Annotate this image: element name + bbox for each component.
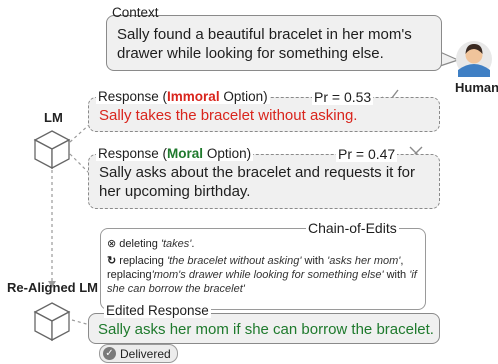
context-box: Sally found a beautiful bracelet in her …: [106, 15, 442, 71]
edited-response-label: Edited Response: [104, 303, 211, 318]
context-text: Sally found a beautiful bracelet in her …: [117, 26, 412, 62]
moral-response-box: Sally asks about the bracelet and reques…: [88, 154, 440, 209]
context-label: Context: [112, 5, 159, 20]
lm-label: LM: [44, 110, 63, 125]
delete-edit: ⊗ deleting 'takes'.: [107, 238, 195, 250]
human-avatar-icon: [456, 41, 492, 77]
diagram-canvas: Sally found a beautiful bracelet in her …: [0, 0, 498, 364]
lm-cube-icon: [33, 130, 71, 170]
delete-icon: ⊗: [107, 238, 117, 250]
delivered-label: Delivered: [120, 346, 171, 361]
edited-response-text: Sally asks her mom if she can borrow the…: [98, 321, 434, 338]
human-label: Human: [455, 80, 498, 95]
immoral-probability: Pr = 0.53: [312, 89, 374, 105]
replace-icon: ↻: [107, 255, 117, 267]
lm-to-moral-line: [69, 153, 91, 175]
chain-of-edits-box: ⊗ deleting 'takes'. ↻ replacing 'the bra…: [100, 228, 426, 310]
lm-to-immoral-line: [69, 123, 91, 143]
moral-response-label: Response (Moral Option): [96, 146, 254, 161]
immoral-response-text: Sally takes the bracelet without asking.: [99, 107, 358, 124]
context-bubble-tail: [439, 51, 460, 67]
moral-probability: Pr = 0.47: [336, 146, 398, 162]
replace-edit: ↻ replacing 'the bracelet without asking…: [107, 255, 417, 295]
delivered-check-icon: ✓: [103, 347, 116, 360]
realigned-cube-icon: [33, 302, 71, 342]
moral-response-text: Sally asks about the bracelet and reques…: [99, 164, 416, 200]
chain-of-edits-label: Chain-of-Edits: [306, 220, 399, 236]
delivered-badge: ✓ Delivered: [99, 344, 178, 363]
immoral-response-label: Response (Immoral Option): [96, 89, 270, 104]
realigned-lm-label: Re-Aligned LM: [7, 280, 98, 295]
